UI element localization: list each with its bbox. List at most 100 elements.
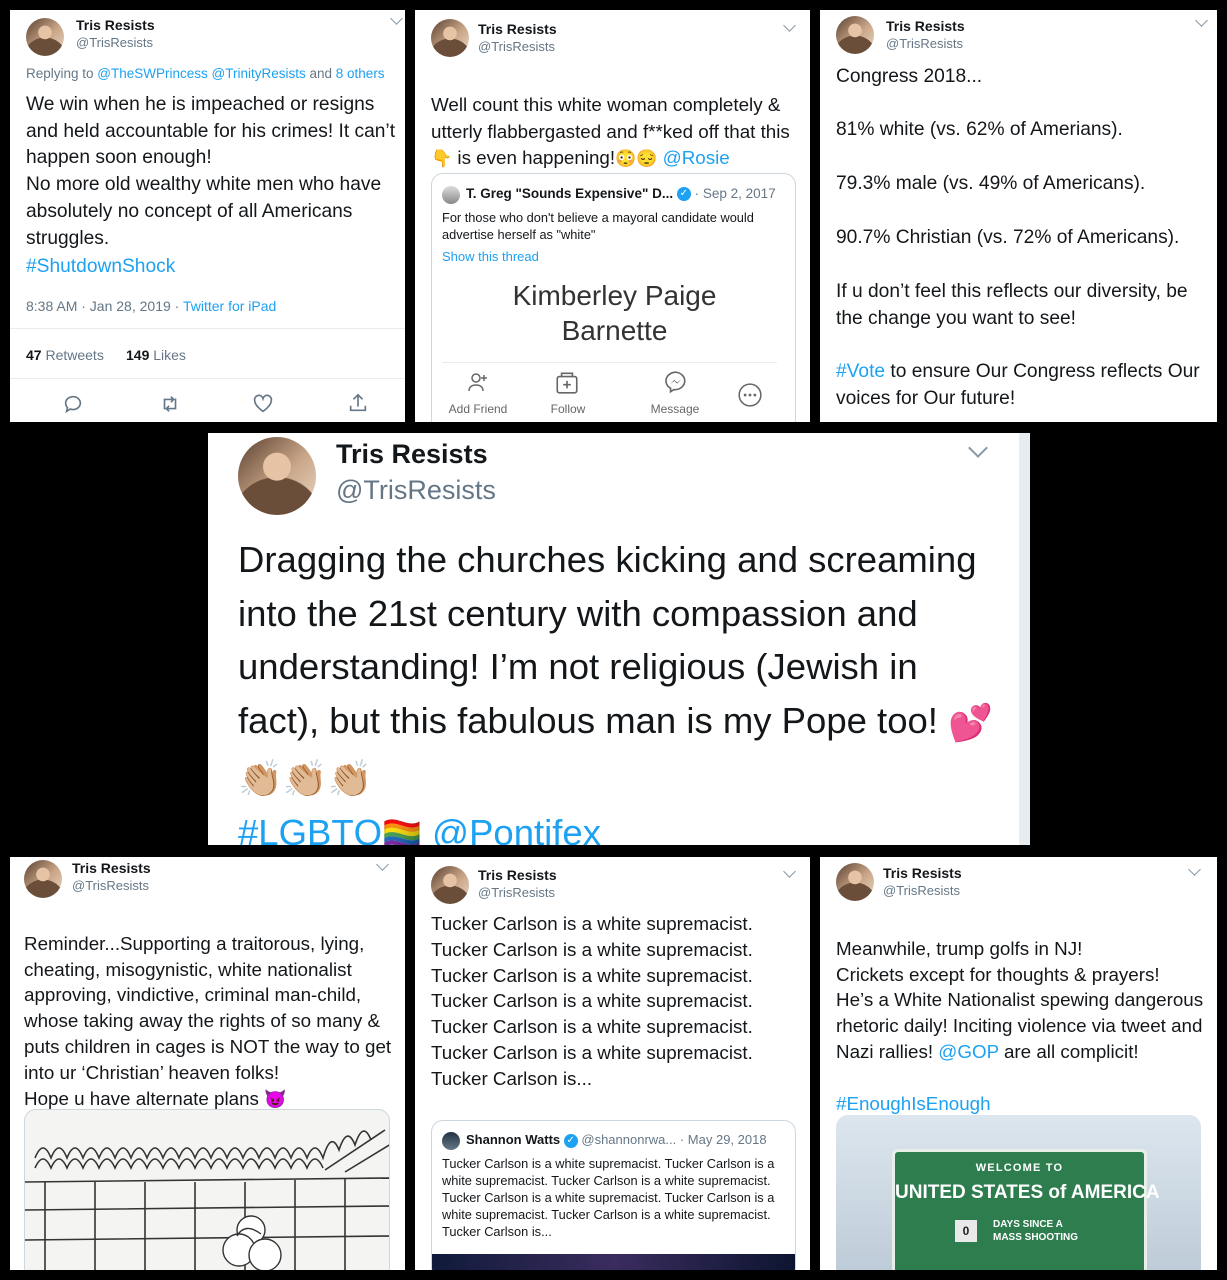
- chevron-down-icon[interactable]: [783, 19, 796, 32]
- reply-icon[interactable]: [62, 393, 84, 415]
- tweet-text-b: are all complicit!: [998, 1040, 1139, 1062]
- author-handle[interactable]: @TrisResists: [883, 883, 960, 898]
- quote-media[interactable]: [432, 1254, 795, 1270]
- author-name[interactable]: Tris Resists: [883, 865, 962, 881]
- quote-avatar: [442, 1132, 460, 1150]
- sign-days-text: DAYS SINCE A MASS SHOOTING: [993, 1219, 1079, 1243]
- retweets-label: Retweets: [41, 347, 104, 363]
- author-name[interactable]: Tris Resists: [478, 21, 557, 37]
- follow-icon[interactable]: [554, 370, 580, 396]
- tweet-text: We win when he is impeached or resigns a…: [26, 94, 396, 249]
- mention-link[interactable]: @GOP: [938, 1041, 998, 1062]
- tweet-line: Tucker Carlson is a white supremacist.: [431, 1041, 753, 1063]
- avatar[interactable]: [836, 863, 874, 901]
- messenger-icon[interactable]: [663, 369, 689, 395]
- tweet-time: 8:38 AM · Jan 28, 2019 ·: [26, 298, 183, 314]
- chevron-down-icon[interactable]: [1188, 863, 1201, 876]
- two-hearts-emoji-icon: 💕: [948, 702, 993, 744]
- avatar[interactable]: [431, 19, 469, 57]
- tweet-line: Tucker Carlson is a white supremacist.: [431, 1016, 753, 1038]
- author-handle[interactable]: @TrisResists: [72, 878, 149, 893]
- pointing-down-emoji-icon: 👇: [431, 148, 453, 168]
- tweet-text-body: Reminder...Supporting a traitorous, lyin…: [24, 932, 392, 1109]
- tweet-card-congress: Tris Resists @TrisResists Congress 2018.…: [820, 10, 1217, 422]
- tweet-paragraph-2: 81% white (vs. 62% of Amerians).: [836, 119, 1123, 140]
- likes-stat[interactable]: 149 Likes: [126, 347, 186, 363]
- hashtag-link[interactable]: #LGBTQ: [238, 812, 382, 845]
- sign-counter: 0: [955, 1220, 977, 1242]
- quote-date: · Sep 2, 2017: [694, 186, 776, 201]
- author-name[interactable]: Tris Resists: [478, 867, 557, 883]
- tweet-line: Tucker Carlson is...: [431, 1067, 593, 1089]
- replying-targets[interactable]: @TheSWPrincess @TrinityResists: [97, 66, 305, 81]
- avatar[interactable]: [431, 866, 469, 904]
- retweet-icon[interactable]: [158, 393, 182, 415]
- quoted-tweet[interactable]: Shannon Watts ✓ @shannonrwa... · May 29,…: [431, 1120, 796, 1270]
- tweet-text: Dragging the churches kicking and scream…: [238, 533, 1008, 845]
- add-friend-label[interactable]: Add Friend: [432, 402, 524, 416]
- avatar[interactable]: [238, 437, 316, 515]
- author-handle[interactable]: @TrisResists: [478, 39, 555, 54]
- tweet-text: Well count this white woman completely &…: [431, 66, 806, 172]
- tweet-line: Tucker Carlson is a white supremacist.: [431, 964, 753, 986]
- quote-header: T. Greg "Sounds Expensive" D... ✓ · Sep …: [466, 186, 776, 202]
- avatar[interactable]: [24, 860, 62, 898]
- message-label[interactable]: Message: [614, 402, 736, 416]
- tweet-card-reminder: Tris Resists @TrisResists Reminder...Sup…: [10, 857, 405, 1270]
- author-name[interactable]: Tris Resists: [886, 18, 965, 34]
- facebook-profile-name: Kimberley Paige Barnette: [512, 280, 717, 346]
- chevron-down-icon[interactable]: [1195, 14, 1208, 27]
- author-handle[interactable]: @TrisResists: [76, 35, 153, 50]
- chevron-down-icon[interactable]: [376, 858, 389, 871]
- more-options-icon[interactable]: [737, 382, 763, 408]
- tweet-card-pope: Tris Resists @TrisResists Dragging the c…: [208, 433, 1030, 845]
- tweet-paragraph-6: #Vote to ensure Our Congress reflects Ou…: [836, 359, 1211, 412]
- author-handle[interactable]: @TrisResists: [886, 36, 963, 51]
- chevron-down-icon[interactable]: [783, 865, 796, 878]
- tweet-paragraph-4: 90.7% Christian (vs. 72% of Americans).: [836, 227, 1180, 248]
- avatar[interactable]: [836, 16, 874, 54]
- tweet-card-tucker: Tris Resists @TrisResists Tucker Carlson…: [415, 857, 810, 1270]
- chevron-down-icon[interactable]: [968, 438, 988, 458]
- tweet-card-impeach: Tris Resists @TrisResists Replying to @T…: [10, 10, 405, 422]
- hashtag-link[interactable]: #ShutdownShock: [26, 254, 175, 281]
- tweet-card-enough: Tris Resists @TrisResists Meanwhile, tru…: [820, 857, 1217, 1270]
- quote-date: · May 29, 2018: [679, 1132, 767, 1147]
- cartoon-image[interactable]: [24, 1109, 390, 1270]
- tweet-line: Tucker Carlson is a white supremacist.: [431, 913, 753, 934]
- welcome-sign: WELCOME TO UNITED STATES of AMERICA 0 DA…: [892, 1149, 1160, 1270]
- replying-prefix: Replying to: [26, 66, 98, 81]
- tweet-client[interactable]: Twitter for iPad: [183, 298, 276, 314]
- quoted-tweet[interactable]: T. Greg "Sounds Expensive" D... ✓ · Sep …: [431, 173, 796, 422]
- tweet-image[interactable]: WELCOME TO UNITED STATES of AMERICA 0 DA…: [836, 1115, 1201, 1270]
- tweet-text-body: Dragging the churches kicking and scream…: [238, 539, 977, 741]
- quote-author-name: Shannon Watts: [466, 1132, 561, 1147]
- replying-to: Replying to @TheSWPrincess @TrinityResis…: [26, 66, 385, 81]
- tweet-text: Reminder...Supporting a traitorous, lyin…: [24, 905, 402, 1113]
- heart-icon[interactable]: [252, 393, 274, 415]
- mention-link[interactable]: @Pontifex: [432, 812, 601, 845]
- mention-link[interactable]: @Rosie: [663, 147, 730, 168]
- add-friend-icon[interactable]: [466, 370, 490, 394]
- tweet-line: Tucker Carlson is a white supremacist.: [431, 938, 753, 960]
- follow-label[interactable]: Follow: [522, 402, 614, 416]
- retweets-count: 47: [26, 347, 42, 363]
- author-name[interactable]: Tris Resists: [76, 17, 155, 33]
- show-thread-link[interactable]: Show this thread: [442, 249, 539, 264]
- tweet-paragraph-1: Congress 2018...: [836, 66, 983, 87]
- quote-text: For those who don't believe a mayoral ca…: [442, 210, 754, 242]
- retweets-stat[interactable]: 47 Retweets: [26, 347, 104, 363]
- avatar[interactable]: [26, 18, 64, 56]
- tweet-paragraph-5: If u don’t feel this reflects our divers…: [836, 281, 1188, 329]
- quote-avatar: [442, 186, 460, 204]
- tweet-text-b: is even happening!: [452, 146, 616, 168]
- author-handle[interactable]: @TrisResists: [336, 475, 496, 506]
- author-name[interactable]: Tris Resists: [72, 860, 151, 876]
- hashtag-link[interactable]: #Vote: [836, 361, 885, 382]
- author-handle[interactable]: @TrisResists: [478, 885, 555, 900]
- chevron-down-icon[interactable]: [390, 12, 403, 25]
- replying-others[interactable]: 8 others: [336, 66, 385, 81]
- author-name[interactable]: Tris Resists: [336, 439, 488, 470]
- hashtag-link[interactable]: #EnoughIsEnough: [836, 1093, 991, 1114]
- share-icon[interactable]: [347, 392, 369, 414]
